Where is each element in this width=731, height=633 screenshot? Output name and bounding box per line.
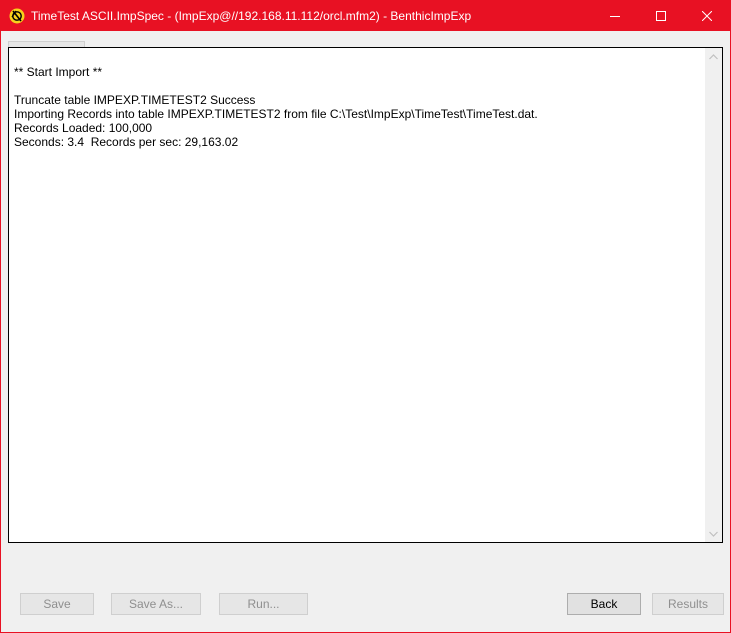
- benthic-app-icon: [9, 8, 25, 24]
- save-as-button[interactable]: Save As...: [111, 593, 201, 615]
- log-vertical-scrollbar[interactable]: [705, 48, 722, 542]
- maximize-icon: [656, 11, 666, 21]
- chevron-down-icon: [709, 531, 718, 537]
- back-button[interactable]: Back: [567, 593, 641, 615]
- close-icon: [702, 11, 712, 21]
- close-button[interactable]: [684, 1, 730, 31]
- minimize-button[interactable]: [592, 1, 638, 31]
- import-log-panel[interactable]: ** Start Import ** Truncate table IMPEXP…: [8, 47, 723, 543]
- minimize-icon: [610, 16, 620, 17]
- maximize-button[interactable]: [638, 1, 684, 31]
- scroll-up-arrow[interactable]: [705, 48, 722, 65]
- import-log-text: ** Start Import ** Truncate table IMPEXP…: [14, 65, 538, 149]
- app-window: TimeTest ASCII.ImpSpec - (ImpExp@//192.1…: [0, 0, 731, 633]
- window-title: TimeTest ASCII.ImpSpec - (ImpExp@//192.1…: [31, 9, 472, 23]
- run-button[interactable]: Run...: [219, 593, 308, 615]
- results-button[interactable]: Results: [652, 593, 724, 615]
- title-bar[interactable]: TimeTest ASCII.ImpSpec - (ImpExp@//192.1…: [1, 1, 730, 31]
- chevron-up-icon: [709, 53, 718, 59]
- scroll-down-arrow[interactable]: [705, 525, 722, 542]
- save-button[interactable]: Save: [20, 593, 94, 615]
